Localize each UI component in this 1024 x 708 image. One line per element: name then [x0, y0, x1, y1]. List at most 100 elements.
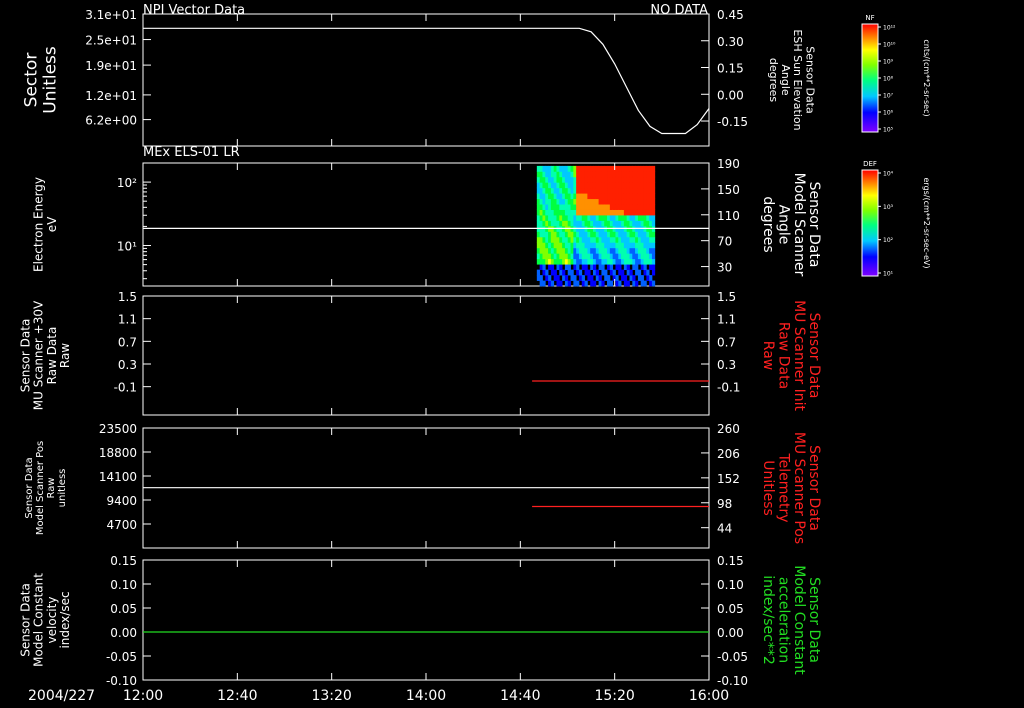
spectrogram-cell [626, 209, 630, 216]
spectrogram-cell [629, 198, 633, 205]
spectrogram-cell [609, 247, 614, 254]
spectrogram-cell [609, 264, 614, 271]
spectrogram-cell [649, 247, 653, 254]
right-axis-title-line: Unitless [760, 460, 776, 516]
spectrogram-cell [649, 264, 653, 271]
spectrogram-cell [643, 209, 647, 216]
spectrogram-cell [640, 258, 644, 265]
spectrogram-cell [635, 165, 639, 172]
spectrogram-cell [595, 171, 600, 178]
spectrogram-cell [564, 165, 569, 172]
spectrogram-cell [618, 193, 622, 200]
spectrogram-cell [559, 264, 563, 271]
spectrogram-cell [545, 176, 549, 183]
date-label: 2004/227 [28, 688, 95, 704]
right-tick-label: 260 [717, 422, 740, 436]
spectrogram-cell [609, 242, 614, 249]
spectrogram-cell [573, 242, 577, 249]
spectrogram-cell [615, 264, 619, 271]
spectrogram [536, 165, 656, 287]
spectrogram-cell [604, 242, 608, 249]
spectrogram-cell [539, 236, 543, 243]
spectrogram-cell [637, 231, 642, 238]
spectrogram-cell [621, 171, 625, 178]
spectrogram-cell [643, 264, 647, 271]
spectrogram-cell [592, 204, 597, 210]
right-tick-label: 70 [717, 235, 732, 249]
left-axis-title-line: Sensor Data [24, 457, 35, 518]
spectrogram-cell [578, 220, 583, 227]
spectrogram-cell [576, 171, 580, 178]
spectrogram-cell [567, 193, 571, 200]
spectrogram-cell [604, 198, 608, 205]
spectrogram-cell [545, 187, 549, 194]
left-axis-title: Sensor DataModel Scanner PosRawunitless [24, 441, 68, 535]
spectrogram-cell [649, 193, 653, 200]
spectrogram-cell [553, 193, 557, 200]
spectrogram-cell [615, 242, 619, 249]
spectrogram-cell [570, 253, 574, 260]
spectrogram-cell [604, 247, 608, 254]
spectrogram-cell [587, 165, 591, 172]
spectrogram-cell [637, 242, 642, 249]
panels-group: 3.1e+01 2.5e+01 1.9e+01 1.2e+01 6.2e+00 0.45 0… [18, 8, 822, 688]
spectrogram-cell [629, 247, 633, 254]
spectrogram-cell [635, 215, 639, 221]
spectrogram-cell [581, 165, 585, 172]
spectrogram-cell [626, 182, 630, 189]
left-tick-label: 0.3 [118, 358, 137, 372]
spectrogram-cell [587, 187, 591, 194]
spectrogram-cell [598, 220, 602, 227]
spectrogram-cell [584, 236, 588, 243]
spectrogram-cell [646, 258, 650, 265]
spectrogram-cell [542, 171, 546, 178]
spectrogram-cell [567, 220, 571, 227]
spectrogram-cell [578, 253, 583, 260]
spectrogram-cell [601, 253, 605, 260]
left-tick-label: 2.5e+01 [85, 34, 137, 48]
spectrogram-cell [573, 236, 577, 243]
spectrogram-cell [612, 247, 616, 254]
spectrogram-cell [649, 275, 653, 281]
spectrogram-cell [635, 247, 639, 254]
spectrogram-cell [573, 198, 577, 205]
time-tick-label: 14:40 [500, 688, 540, 704]
spectrogram-cell [609, 236, 614, 243]
left-axis-title-line: Sensor Data [18, 319, 32, 393]
left-tick-label: 10² [117, 176, 137, 190]
spectrogram-cell [626, 242, 630, 249]
panel-frame [142, 295, 710, 416]
right-axis-title-line: Angle [779, 64, 792, 96]
spectrogram-cell [635, 253, 639, 260]
left-tick-label: 1.1 [118, 313, 137, 327]
spectrogram-cell [587, 242, 591, 249]
spectrogram-cell [576, 247, 580, 254]
right-tick-label: 0.15 [717, 554, 744, 568]
spectrogram-cell [553, 231, 557, 238]
spectrogram-cell [615, 215, 619, 221]
spectrogram-cell [621, 258, 625, 265]
spectrogram-cell [578, 247, 583, 254]
spectrogram-cell [651, 165, 656, 172]
right-tick-label: 0.30 [717, 35, 744, 49]
time-tick-label: 12:40 [217, 688, 257, 704]
spectrogram-cell [570, 198, 574, 205]
spectrogram-cell [592, 176, 597, 183]
spectrogram-cell [576, 220, 580, 227]
spectrogram-cell [587, 258, 591, 265]
spectrogram-cell [550, 187, 555, 194]
spectrogram-cell [649, 280, 653, 287]
spectrogram-cell [598, 258, 602, 265]
left-tick-label: 1.5 [118, 290, 137, 304]
spectrogram-cell [623, 253, 628, 260]
spectrogram-cell [632, 236, 636, 243]
spectrogram-cell [550, 236, 555, 243]
spectrogram-cell [640, 198, 644, 205]
spectrogram-cell [649, 253, 653, 260]
spectrogram-cell [553, 198, 557, 205]
colorbar-tick-label: 10⁹ [883, 59, 894, 66]
spectrogram-cell [604, 171, 608, 178]
spectrogram-cell [612, 253, 616, 260]
spectrogram-cell [564, 236, 569, 243]
spectrogram-cell [643, 253, 647, 260]
